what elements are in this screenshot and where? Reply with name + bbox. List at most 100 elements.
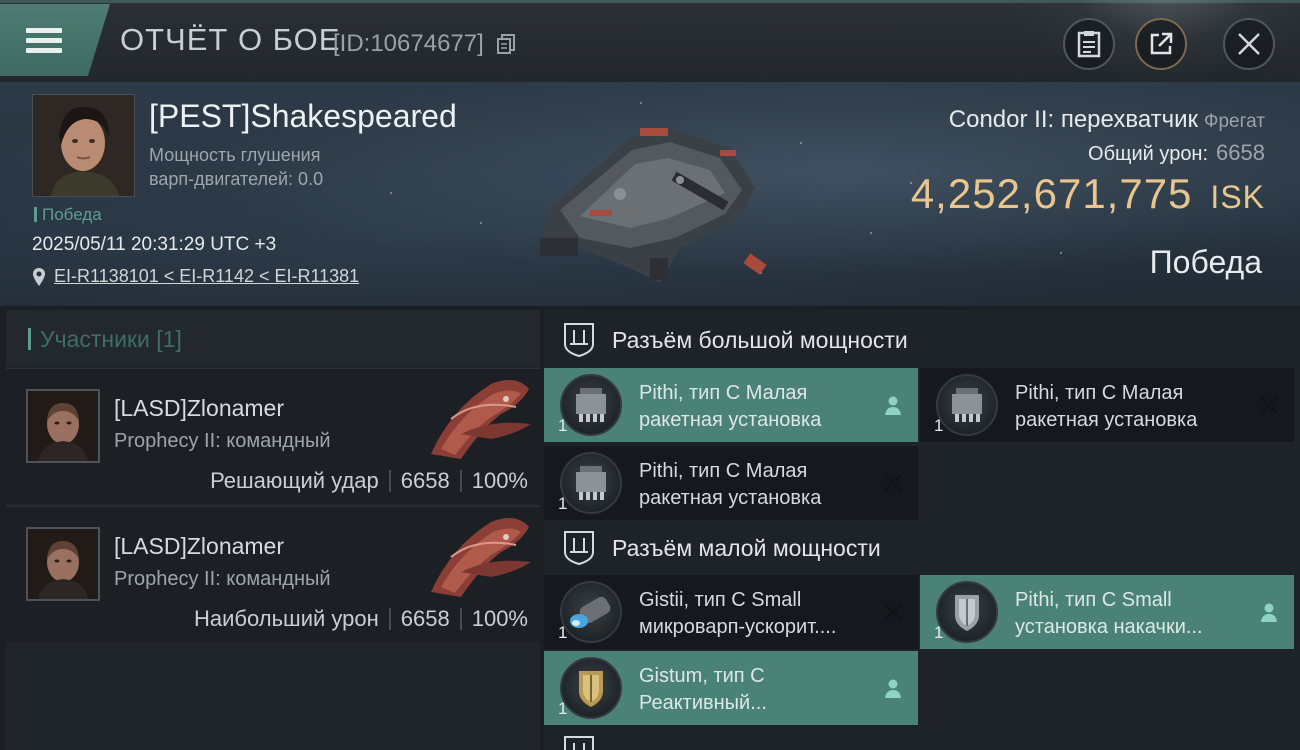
clipboard-button[interactable]: [1063, 18, 1115, 70]
destroyed-x-icon: [1259, 395, 1279, 415]
isk-unit: ISK: [1210, 179, 1265, 215]
battle-result: Победа: [1149, 244, 1262, 280]
participant-percent: 100%: [471, 468, 528, 493]
missile-launcher-icon: [936, 374, 998, 436]
module-quantity: 1: [558, 623, 568, 642]
participants-panel: Участники [1] [LASD]Zlonamer Prophecy II…: [6, 310, 540, 750]
warp-jam-strength: Мощность глушения варп-двигателей: 0.0: [149, 143, 369, 191]
participant-stats: Наибольший урон 6658 100%: [194, 606, 528, 632]
menu-button[interactable]: [0, 4, 110, 76]
module-name: Pithi, тип C Малая ракетная установка: [639, 380, 879, 434]
close-icon: [1238, 33, 1260, 55]
total-damage-value: 6658: [1216, 140, 1265, 165]
copy-icon[interactable]: [497, 34, 515, 54]
module-name-line1: Gistum, тип C: [639, 665, 765, 687]
destroyed-x-icon: [883, 473, 903, 493]
missile-launcher-icon: [560, 374, 622, 436]
module-name-line2: ракетная установка: [639, 487, 822, 509]
participant-role: Наибольший урон: [193, 606, 379, 631]
module-name: Gistii, тип C Small микроварп-ускорит...…: [639, 587, 879, 641]
module-quantity: 1: [934, 623, 944, 642]
total-damage-label: Общий урон:: [1088, 143, 1209, 165]
mid-slot-icon: [564, 531, 594, 566]
victim-ship-image: [540, 128, 767, 283]
module-item[interactable]: 1 Pithi, тип C Small установка накачки..…: [920, 575, 1294, 649]
victim-summary: [PEST]Shakespeared Мощность глушения вар…: [0, 82, 1300, 306]
module-item[interactable]: 1 Pithi, тип C Малая ракетная установка: [544, 446, 918, 520]
participant-avatar: [26, 527, 100, 601]
participant-damage: 6658: [400, 468, 450, 493]
module-name: Pithi, тип C Малая ракетная установка: [1015, 380, 1255, 434]
result-badge: Победа: [34, 205, 102, 225]
ship-name-text: Condor II: перехватчик: [948, 106, 1199, 133]
isk-amount: 4,252,671,775: [910, 170, 1193, 217]
location-link[interactable]: EI-R1138101 < EI-R1142 < EI-R11381: [54, 266, 359, 287]
participant-ship: Prophecy II: командный: [114, 430, 331, 452]
module-item[interactable]: 1 Gistum, тип C Реактивный...: [544, 651, 918, 725]
warp-jam-label: Мощность глушения: [149, 145, 321, 165]
total-damage: Общий урон: 6658: [1088, 140, 1265, 166]
participant-stats: Решающий удар 6658 100%: [210, 468, 528, 494]
isk-value: 4,252,671,775 ISK: [911, 170, 1265, 218]
report-id: [ID:10674677]: [333, 30, 484, 57]
module-name-line2: микроварп-ускорит....: [639, 616, 837, 638]
battle-datetime: 2025/05/11 20:31:29 UTC +3: [32, 234, 277, 255]
dropped-person-icon: [1261, 603, 1277, 622]
participant-avatar: [26, 389, 100, 463]
shield-booster-icon: [936, 581, 998, 643]
module-name-line2: установка накачки...: [1015, 616, 1203, 638]
module-name-line2: ракетная установка: [639, 409, 822, 431]
dropped-person-icon: [885, 396, 901, 415]
dropped-person-icon: [885, 679, 901, 698]
warp-jam-value: варп-двигателей: 0.0: [149, 169, 324, 189]
close-button[interactable]: [1223, 18, 1275, 70]
participant-percent: 100%: [471, 606, 528, 631]
ship-class: Фрегат: [1204, 111, 1265, 132]
participant-role: Решающий удар: [210, 468, 379, 493]
participant-name[interactable]: [LASD]Zlonamer: [114, 533, 284, 560]
module-name: Pithi, тип C Small установка накачки...: [1015, 587, 1255, 641]
high-slots-header: Разъём большой мощности: [544, 310, 1300, 370]
module-item[interactable]: 1 Gistii, тип C Small микроварп-ускорит.…: [544, 575, 918, 649]
module-quantity: 1: [558, 699, 568, 718]
participants-label: Участники [1]: [28, 326, 182, 353]
victim-name[interactable]: [PEST]Shakespeared: [149, 98, 457, 135]
module-name-line1: Pithi, тип C Малая: [639, 460, 808, 482]
module-name-line2: Реактивный...: [639, 692, 767, 714]
module-name: Pithi, тип C Малая ракетная установка: [639, 458, 879, 512]
battle-location[interactable]: EI-R1138101 < EI-R1142 < EI-R11381: [32, 266, 359, 287]
module-quantity: 1: [558, 416, 568, 435]
victim-ship-name[interactable]: Condor II: перехватчик Фрегат: [949, 106, 1265, 134]
participant-damage: 6658: [400, 606, 450, 631]
participant-row[interactable]: [LASD]Zlonamer Prophecy II: командный На…: [6, 506, 540, 642]
destroyed-x-icon: [883, 602, 903, 622]
module-name-line1: Pithi, тип C Малая: [639, 382, 808, 404]
participant-row[interactable]: [LASD]Zlonamer Prophecy II: командный Ре…: [6, 368, 540, 504]
module-quantity: 1: [558, 494, 568, 513]
module-name-line1: Pithi, тип C Малая: [1015, 382, 1184, 404]
shield-hardener-icon: [560, 657, 622, 719]
participant-ship-image: [431, 380, 531, 459]
module-item[interactable]: 1 Pithi, тип C Малая ракетная установка: [544, 368, 918, 442]
high-slot-icon: [564, 323, 594, 358]
module-name-line2: ракетная установка: [1015, 409, 1198, 431]
fitting-panel: Разъём большой мощности 1 Pithi, тип C М…: [544, 310, 1300, 750]
participant-ship: Prophecy II: командный: [114, 568, 331, 590]
mid-slots-header: Разъём малой мощности: [544, 518, 1300, 578]
victim-portrait[interactable]: [32, 94, 135, 197]
module-quantity: 1: [934, 416, 944, 435]
mid-slots-title: Разъём малой мощности: [612, 534, 881, 561]
clipboard-icon: [1077, 31, 1101, 58]
high-slots-title: Разъём большой мощности: [612, 326, 908, 353]
module-name: Gistum, тип C Реактивный...: [639, 663, 879, 717]
share-button[interactable]: [1135, 18, 1187, 70]
missile-launcher-icon: [560, 452, 622, 514]
location-pin-icon: [33, 267, 45, 286]
module-item[interactable]: 1 Pithi, тип C Малая ракетная установка: [920, 368, 1294, 442]
share-icon: [1150, 32, 1173, 55]
participants-header: Участники [1]: [6, 310, 540, 366]
low-slot-icon: [562, 735, 596, 750]
hamburger-icon: [26, 23, 62, 58]
participant-ship-image: [431, 518, 531, 597]
participant-name[interactable]: [LASD]Zlonamer: [114, 395, 284, 422]
